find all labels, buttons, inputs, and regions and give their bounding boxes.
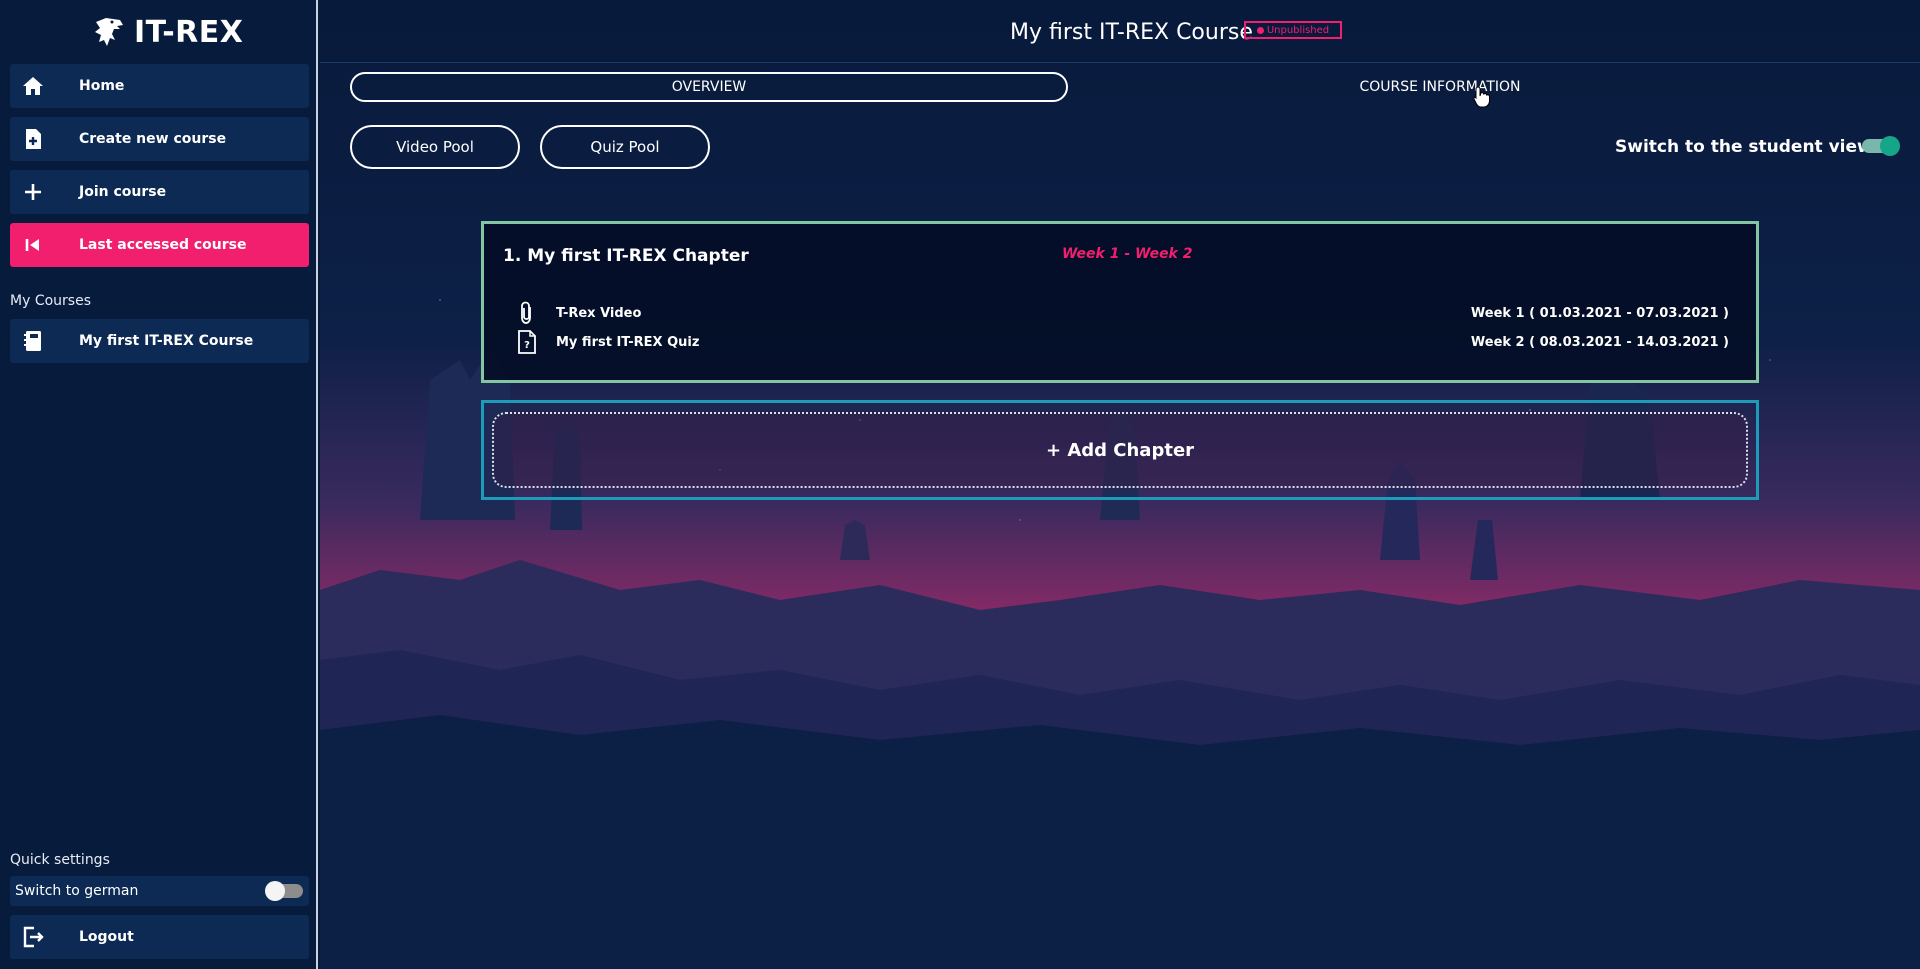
status-dot-icon xyxy=(1256,26,1264,34)
quiz-file-icon: ? xyxy=(514,329,540,355)
chapter-weeks: Week 1 - Week 2 xyxy=(1062,246,1193,262)
content-name: T-Rex Video xyxy=(556,305,642,321)
svg-text:?: ? xyxy=(524,340,530,351)
sidebar-item-label: Home xyxy=(79,78,125,94)
notebook-icon xyxy=(20,328,46,354)
sidebar: IT-REX Home Create new course Join cours… xyxy=(0,0,318,969)
add-chapter-button[interactable]: + Add Chapter xyxy=(492,412,1748,488)
main-content: My first IT-REX Course Unpublished OVERV… xyxy=(320,0,1920,969)
video-pool-button[interactable]: Video Pool xyxy=(350,125,520,169)
student-view-toggle[interactable] xyxy=(1862,136,1900,156)
course-header: My first IT-REX Course Unpublished xyxy=(320,0,1920,63)
switch-german-toggle[interactable] xyxy=(265,881,303,901)
content-date: Week 1 ( 01.03.2021 - 07.03.2021 ) xyxy=(1470,305,1729,321)
content-name: My first IT-REX Quiz xyxy=(556,334,700,350)
sidebar-item-last-accessed[interactable]: Last accessed course xyxy=(10,223,309,267)
sidebar-item-label: My first IT-REX Course xyxy=(79,333,254,349)
student-view-label: Switch to the student view xyxy=(1615,137,1873,157)
chapter-title: 1. My first IT-REX Chapter xyxy=(503,246,749,266)
course-title: My first IT-REX Course xyxy=(1010,20,1253,45)
sidebar-item-create-course[interactable]: Create new course xyxy=(10,117,309,161)
logout-label: Logout xyxy=(79,929,134,945)
tab-overview[interactable]: OVERVIEW xyxy=(350,72,1068,102)
trex-logo-icon xyxy=(95,18,123,46)
sidebar-item-join-course[interactable]: Join course xyxy=(10,170,309,214)
home-icon xyxy=(20,73,46,99)
sidebar-item-label: Create new course xyxy=(79,131,227,147)
brand-logo[interactable]: IT-REX xyxy=(90,10,243,54)
quiz-pool-button[interactable]: Quiz Pool xyxy=(540,125,710,169)
toggle-knob xyxy=(1880,136,1900,156)
sidebar-item-course[interactable]: My first IT-REX Course xyxy=(10,319,309,363)
tab-course-information[interactable]: COURSE INFORMATION xyxy=(1340,72,1540,102)
add-chapter-container: + Add Chapter xyxy=(481,400,1759,500)
chapter-content-row[interactable]: ? My first IT-REX Quiz Week 2 ( 08.03.20… xyxy=(514,329,1729,355)
quick-settings-heading: Quick settings xyxy=(10,852,110,868)
status-badge-label: Unpublished xyxy=(1266,24,1330,36)
skip-back-icon xyxy=(20,232,46,258)
brand-name: IT-REX xyxy=(134,14,244,50)
sidebar-item-label: Last accessed course xyxy=(79,237,247,253)
toggle-knob xyxy=(265,881,285,901)
switch-german-row: Switch to german xyxy=(10,876,309,906)
content-date: Week 2 ( 08.03.2021 - 14.03.2021 ) xyxy=(1470,334,1729,350)
hand-cursor-icon xyxy=(1473,86,1490,108)
my-courses-heading: My Courses xyxy=(10,293,91,309)
file-plus-icon xyxy=(20,126,46,152)
paperclip-icon xyxy=(514,300,540,326)
chapter-content-row[interactable]: T-Rex Video Week 1 ( 01.03.2021 - 07.03.… xyxy=(514,300,1729,326)
chapter-card[interactable]: 1. My first IT-REX Chapter Week 1 - Week… xyxy=(481,221,1759,383)
logout-icon xyxy=(20,924,46,950)
status-badge: Unpublished xyxy=(1244,21,1342,39)
logout-button[interactable]: Logout xyxy=(10,915,309,959)
switch-german-label: Switch to german xyxy=(15,883,139,899)
sidebar-item-label: Join course xyxy=(79,184,167,200)
plus-icon xyxy=(20,179,46,205)
sidebar-item-home[interactable]: Home xyxy=(10,64,309,108)
